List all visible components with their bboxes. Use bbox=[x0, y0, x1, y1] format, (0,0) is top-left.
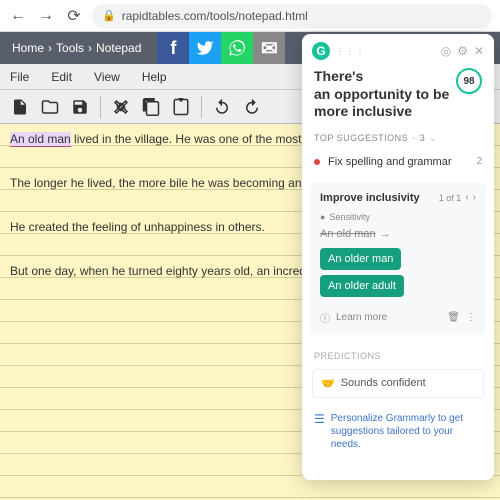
menu-view[interactable]: View bbox=[94, 70, 120, 84]
back-button[interactable]: ← bbox=[8, 6, 28, 26]
highlighted-text[interactable]: An old man bbox=[10, 132, 71, 147]
replace-row: An old man → bbox=[320, 228, 476, 240]
copy-icon[interactable] bbox=[137, 93, 165, 121]
card-title: Improve inclusivity bbox=[320, 192, 420, 204]
reload-button[interactable]: ⟳ bbox=[64, 6, 84, 26]
browser-nav-bar: ← → ⟳ 🔒 rapidtables.com/tools/notepad.ht… bbox=[0, 0, 500, 32]
twitter-button[interactable] bbox=[189, 32, 221, 64]
red-dot-icon bbox=[314, 159, 320, 165]
chevron-right-icon[interactable]: › bbox=[473, 192, 476, 203]
whatsapp-button[interactable] bbox=[221, 32, 253, 64]
undo-icon[interactable] bbox=[208, 93, 236, 121]
suggestion-chip-older-man[interactable]: An older man bbox=[320, 248, 401, 270]
arrow-right-icon: → bbox=[380, 228, 391, 240]
inclusivity-card: Improve inclusivity 1 of 1 ‹ › ●Sensitiv… bbox=[310, 182, 486, 335]
url-text: rapidtables.com/tools/notepad.html bbox=[122, 9, 308, 23]
close-icon[interactable]: ✕ bbox=[474, 44, 484, 58]
drag-handle-icon[interactable]: ⋮⋮⋮ bbox=[336, 47, 366, 56]
grammarly-score[interactable]: 98 bbox=[456, 68, 482, 94]
url-bar[interactable]: 🔒 rapidtables.com/tools/notepad.html bbox=[92, 4, 492, 28]
trash-icon[interactable]: 🗑 bbox=[447, 312, 460, 323]
grammarly-panel: G ⋮⋮⋮ ◎ ⚙ ✕ There's an opportunity to be… bbox=[302, 34, 494, 480]
more-icon[interactable]: ⋮ bbox=[466, 312, 476, 323]
grammarly-logo-icon[interactable]: G bbox=[312, 42, 330, 60]
crumb-home[interactable]: Home bbox=[12, 41, 44, 55]
personalize-link[interactable]: ☰ Personalize Grammarly to get suggestio… bbox=[314, 412, 482, 451]
prediction-sounds-confident[interactable]: 🤝 Sounds confident bbox=[312, 369, 484, 398]
menu-file[interactable]: File bbox=[10, 70, 29, 84]
handshake-icon: 🤝 bbox=[321, 377, 335, 390]
sensitivity-label: ●Sensitivity bbox=[320, 212, 476, 222]
crumb-notepad[interactable]: Notepad bbox=[96, 41, 141, 55]
save-icon[interactable] bbox=[66, 93, 94, 121]
lock-icon: 🔒 bbox=[102, 9, 116, 22]
suggestion-spelling-grammar[interactable]: Fix spelling and grammar 2 bbox=[302, 148, 494, 176]
crumb-tools[interactable]: Tools bbox=[56, 41, 84, 55]
menu-help[interactable]: Help bbox=[142, 70, 167, 84]
facebook-button[interactable]: f bbox=[157, 32, 189, 64]
learn-more-link[interactable]: Learn more bbox=[336, 312, 387, 323]
new-file-icon[interactable] bbox=[6, 93, 34, 121]
paste-icon[interactable] bbox=[167, 93, 195, 121]
forward-button[interactable]: → bbox=[36, 6, 56, 26]
chevron-down-icon: ⌄ bbox=[429, 133, 437, 144]
social-buttons: f ✉ bbox=[157, 32, 285, 64]
cut-icon[interactable] bbox=[107, 93, 135, 121]
suggestion-chip-older-adult[interactable]: An older adult bbox=[320, 275, 404, 297]
info-icon: ⓘ bbox=[320, 310, 330, 325]
sliders-icon: ☰ bbox=[314, 412, 325, 451]
open-folder-icon[interactable] bbox=[36, 93, 64, 121]
email-button[interactable]: ✉ bbox=[253, 32, 285, 64]
chevron-left-icon[interactable]: ‹ bbox=[465, 192, 468, 203]
redo-icon[interactable] bbox=[238, 93, 266, 121]
menu-edit[interactable]: Edit bbox=[51, 70, 72, 84]
goals-icon[interactable]: ◎ bbox=[441, 44, 451, 58]
grammarly-title: There's an opportunity to be more inclus… bbox=[314, 68, 450, 121]
settings-icon[interactable]: ⚙ bbox=[457, 44, 468, 58]
predictions-label: PREDICTIONS bbox=[302, 341, 494, 365]
grammarly-header: G ⋮⋮⋮ ◎ ⚙ ✕ bbox=[302, 34, 494, 68]
top-suggestions-header[interactable]: TOP SUGGESTIONS · 3 ⌄ bbox=[302, 129, 494, 148]
